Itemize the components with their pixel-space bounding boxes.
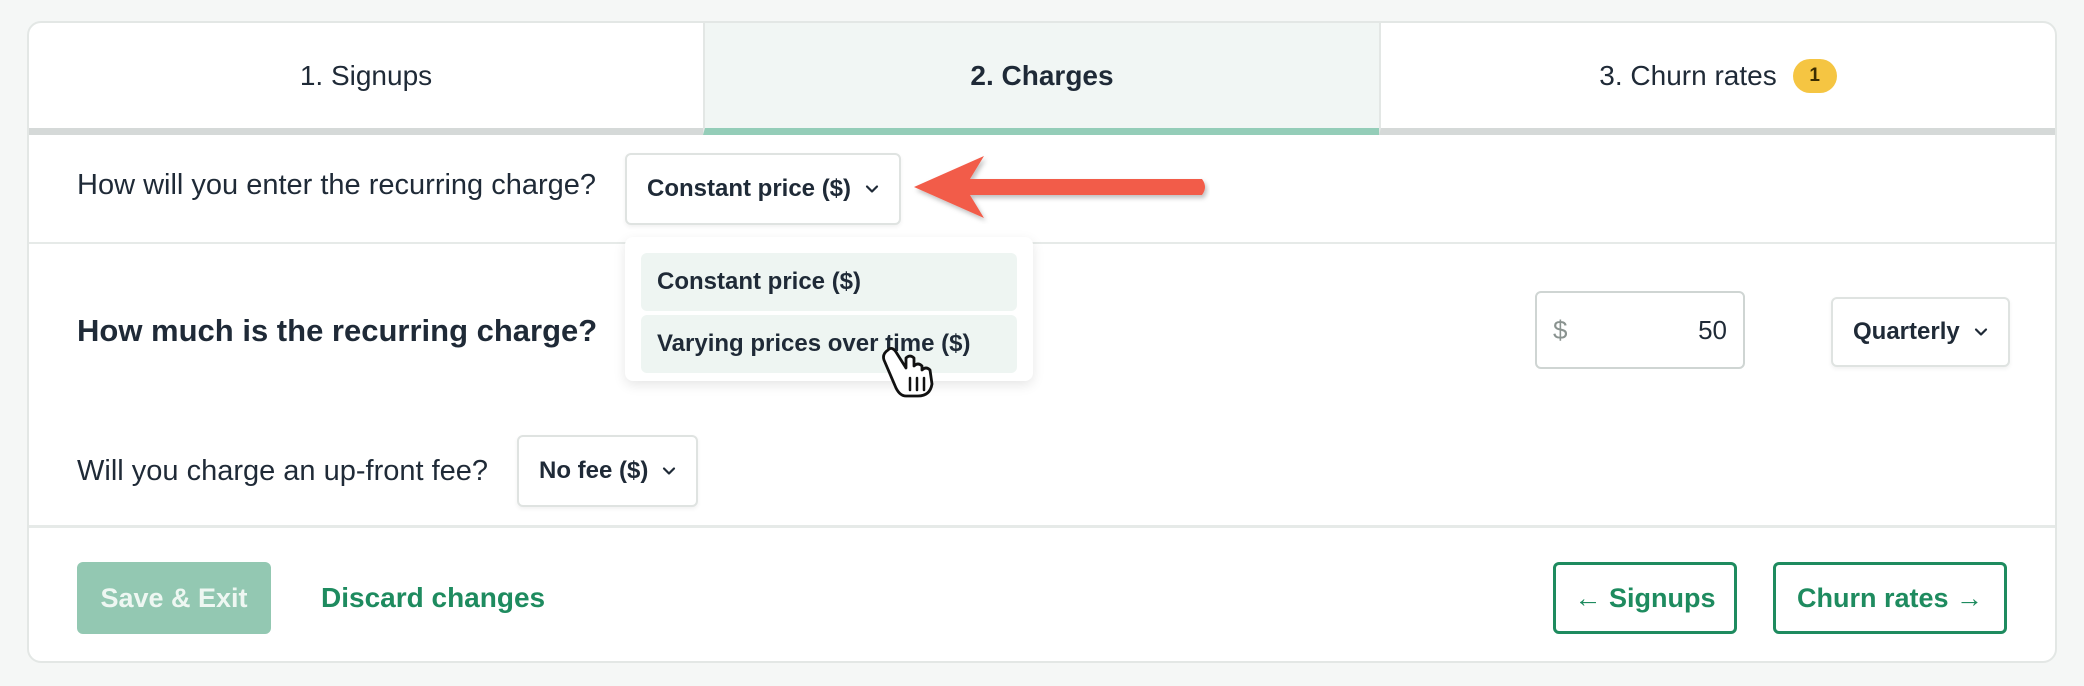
tab-label: 2. Charges [970, 59, 1114, 91]
chevron-down-icon [1974, 328, 1987, 336]
tab-label: 1. Signups [299, 59, 433, 91]
next-churn-rates-button[interactable]: Churn rates → [1773, 562, 2007, 634]
form-footer: Save & Exit Discard changes ← Signups Ch… [29, 525, 2055, 663]
chevron-down-icon [865, 185, 879, 193]
step-tabs: 1. Signups 2. Charges 3. Churn rates 1 [29, 23, 2055, 135]
select-value: No fee ($) [539, 457, 649, 484]
charges-form-card: 1. Signups 2. Charges 3. Churn rates 1 H… [27, 21, 2057, 663]
select-value: Quarterly [1853, 318, 1960, 345]
recurring-method-select[interactable]: Constant price ($) [625, 153, 902, 225]
tab-label: 3. Churn rates [1599, 59, 1777, 91]
upfront-fee-question: Will you charge an up-front fee? [77, 455, 489, 487]
dropdown-option-varying-prices[interactable]: Varying prices over time ($) [641, 315, 1017, 373]
tab-signups[interactable]: 1. Signups [29, 23, 703, 135]
warning-count-badge: 1 [1792, 58, 1837, 93]
prev-signups-button[interactable]: ← Signups [1553, 562, 1737, 634]
amount-value: 50 [1698, 314, 1727, 345]
chevron-down-icon [663, 467, 676, 475]
billing-period-select[interactable]: Quarterly [1831, 297, 2010, 367]
annotation-arrow-icon [914, 156, 1205, 218]
tab-charges[interactable]: 2. Charges [703, 23, 1379, 135]
currency-symbol: $ [1553, 314, 1568, 345]
hand-pointer-cursor-icon [882, 347, 934, 398]
recurring-method-dropdown-menu: Constant price ($) Varying prices over t… [625, 237, 1033, 381]
recurring-amount-input[interactable]: $ 50 [1535, 291, 1745, 369]
upfront-fee-select[interactable]: No fee ($) [517, 435, 699, 507]
save-exit-button[interactable]: Save & Exit [77, 562, 271, 634]
discard-changes-link[interactable]: Discard changes [321, 582, 545, 614]
dropdown-option-constant-price[interactable]: Constant price ($) [641, 253, 1017, 311]
recurring-method-question: How will you enter the recurring charge? [77, 169, 597, 201]
select-value: Constant price ($) [647, 175, 852, 202]
option-label: Constant price ($) [657, 268, 862, 295]
recurring-amount-heading: How much is the recurring charge? [77, 313, 598, 348]
tab-churn-rates[interactable]: 3. Churn rates 1 [1379, 23, 2055, 135]
